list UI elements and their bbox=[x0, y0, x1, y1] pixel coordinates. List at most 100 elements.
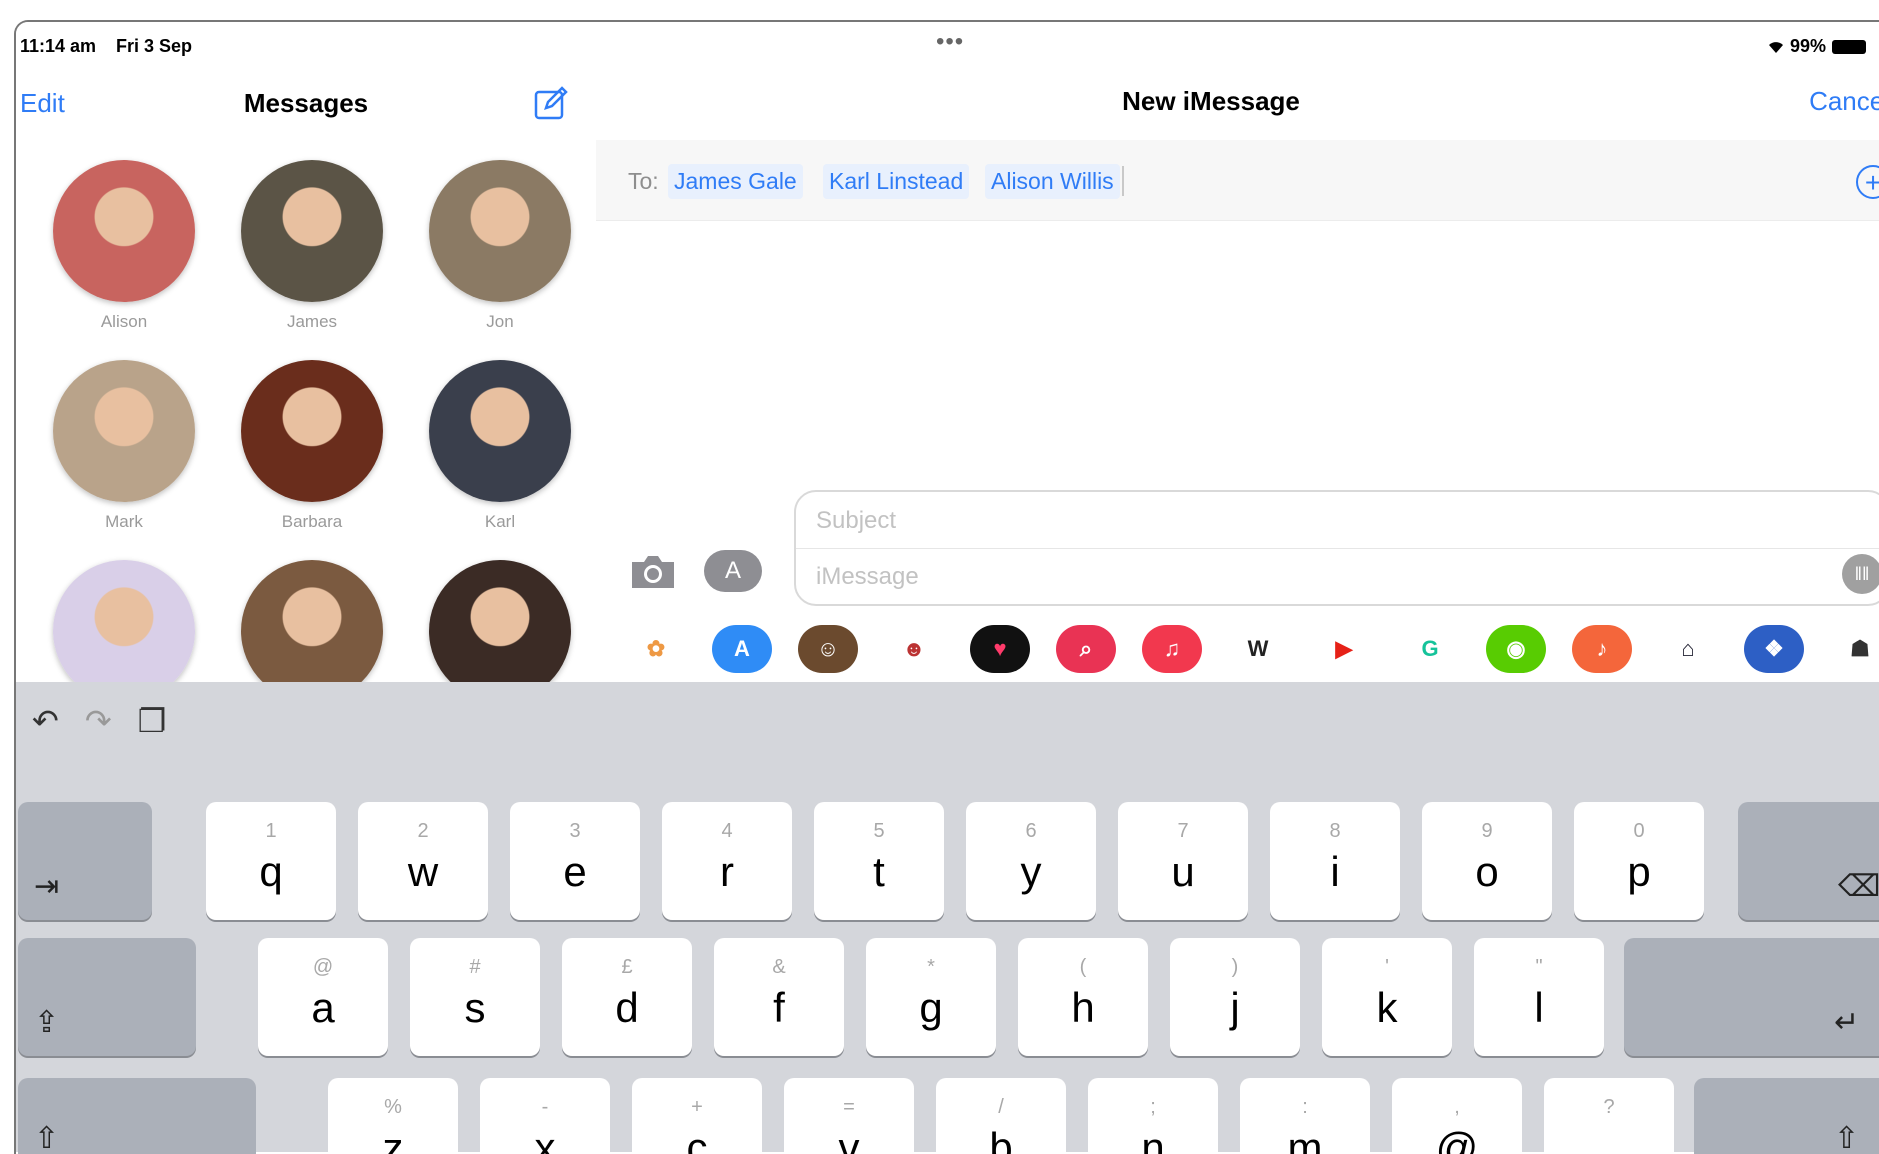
compose-icon[interactable] bbox=[534, 86, 568, 120]
key-y[interactable]: 6y bbox=[966, 802, 1096, 920]
duolingo-icon[interactable]: ◉ bbox=[1486, 625, 1546, 673]
key-z[interactable]: % z bbox=[328, 1078, 458, 1154]
contact-name: Jon bbox=[486, 312, 514, 331]
app-store-icon[interactable]: A bbox=[712, 625, 772, 673]
tab-key[interactable]: ⇥ bbox=[18, 802, 152, 920]
grammarly-icon[interactable]: G bbox=[1400, 625, 1460, 673]
key-x[interactable]: -x bbox=[480, 1078, 610, 1154]
recipients-row[interactable]: To: James Gale Karl Linstead Alison Will… bbox=[596, 140, 1879, 221]
paste-icon[interactable]: ❐ bbox=[138, 702, 167, 740]
undo-icon[interactable]: ↶ bbox=[32, 702, 59, 740]
key-char: p bbox=[1627, 848, 1651, 895]
cancel-button[interactable]: Cancel bbox=[1809, 86, 1879, 117]
pinned-contact[interactable]: Alison bbox=[50, 160, 198, 350]
key-r[interactable]: 4r bbox=[662, 802, 792, 920]
key-k[interactable]: ' k bbox=[1322, 938, 1452, 1056]
to-label: To: bbox=[628, 168, 659, 194]
caps-lock-key[interactable]: ⇪ bbox=[18, 938, 196, 1056]
key-h[interactable]: (h bbox=[1018, 938, 1148, 1056]
message-field[interactable] bbox=[814, 562, 1747, 592]
subject-field[interactable] bbox=[814, 506, 1856, 536]
key-char: t bbox=[873, 848, 885, 895]
key-v[interactable]: = v bbox=[784, 1078, 914, 1154]
key-char: j bbox=[1230, 984, 1240, 1031]
key-alt-char: 9 bbox=[1481, 820, 1493, 842]
key-p[interactable]: 0p bbox=[1574, 802, 1704, 920]
right-shift-key[interactable]: ⇧ bbox=[1694, 1078, 1879, 1154]
key-m[interactable]: :m bbox=[1240, 1078, 1370, 1154]
text-cursor bbox=[1122, 166, 1124, 196]
avatar bbox=[241, 160, 383, 302]
key-t[interactable]: 5t bbox=[814, 802, 944, 920]
key-alt-char: * bbox=[927, 956, 935, 978]
key-alt-char: : bbox=[1302, 1096, 1308, 1118]
delete-key[interactable]: ⌫ bbox=[1738, 802, 1879, 920]
add-recipient-icon[interactable]: + bbox=[1856, 165, 1879, 199]
avatar bbox=[429, 560, 571, 702]
key-char: v bbox=[838, 1124, 860, 1154]
key-char: h bbox=[1071, 984, 1095, 1031]
multitasking-dots[interactable]: ••• bbox=[936, 28, 964, 56]
garageband-icon[interactable]: ♪ bbox=[1572, 625, 1632, 673]
recipient-chip[interactable]: Karl Linstead bbox=[823, 164, 970, 199]
key-alt-char: 5 bbox=[873, 820, 885, 842]
key-i[interactable]: 8i bbox=[1270, 802, 1400, 920]
left-shift-key[interactable]: ⇧ bbox=[18, 1078, 256, 1154]
key-g[interactable]: * g bbox=[866, 938, 996, 1056]
key-q[interactable]: 1q bbox=[206, 802, 336, 920]
status-indicators: 99% bbox=[1768, 36, 1866, 57]
key-char: u bbox=[1171, 848, 1195, 895]
key-b[interactable]: / b bbox=[936, 1078, 1066, 1154]
audio-message-icon[interactable]: ‖‖ bbox=[1842, 554, 1879, 594]
avatar bbox=[53, 160, 195, 302]
pinned-contact[interactable]: Karl bbox=[426, 360, 574, 550]
key-l[interactable]: " l bbox=[1474, 938, 1604, 1056]
camera-icon[interactable] bbox=[628, 552, 678, 592]
key-w[interactable]: 2w bbox=[358, 802, 488, 920]
key-alt-char: @ bbox=[312, 956, 334, 978]
pinned-contact[interactable]: Jon bbox=[426, 160, 574, 350]
key-e[interactable]: 3e bbox=[510, 802, 640, 920]
key-period[interactable]: ?. bbox=[1544, 1078, 1674, 1154]
key-u[interactable]: 7u bbox=[1118, 802, 1248, 920]
avatar bbox=[429, 360, 571, 502]
pinned-contact[interactable]: Barbara bbox=[238, 360, 386, 550]
key-o[interactable]: 9o bbox=[1422, 802, 1552, 920]
sticker-pack-icon[interactable]: ☗ bbox=[1830, 625, 1879, 673]
key-n[interactable]: ; n bbox=[1088, 1078, 1218, 1154]
redo-icon[interactable]: ↷ bbox=[85, 702, 112, 740]
app-drawer: ✿ A ☺ ☻ ♥ ⌕ ♫ W ▶ G ◉ ♪ ⌂ ❖ ☗ bbox=[596, 616, 1879, 682]
dropbox-icon[interactable]: ❖ bbox=[1744, 625, 1804, 673]
youtube-icon[interactable]: ▶ bbox=[1314, 625, 1374, 673]
key-c[interactable]: + c bbox=[632, 1078, 762, 1154]
key-s[interactable]: # s bbox=[410, 938, 540, 1056]
key-alt-char: 1 bbox=[265, 820, 277, 842]
pinned-contact[interactable]: James bbox=[238, 160, 386, 350]
recipient-chip[interactable]: James Gale bbox=[668, 164, 803, 199]
app-store-button[interactable]: A bbox=[704, 550, 762, 592]
images-search-icon[interactable]: ⌕ bbox=[1056, 625, 1116, 673]
memoji-icon[interactable]: ☺ bbox=[798, 625, 858, 673]
key-alt-char: £ bbox=[621, 956, 633, 978]
messages-sidebar: 11:14 am Fri 3 Sep Edit Messages Alison J… bbox=[16, 22, 597, 702]
contact-name: Barbara bbox=[281, 512, 343, 531]
composer-divider bbox=[796, 548, 1879, 549]
key-d[interactable]: £ d bbox=[562, 938, 692, 1056]
ipad-screen: 11:14 am Fri 3 Sep Edit Messages Alison J… bbox=[14, 20, 1879, 1154]
key-at[interactable]: , @ bbox=[1392, 1078, 1522, 1154]
digital-touch-icon[interactable]: ♥ bbox=[970, 625, 1030, 673]
memoji-sticker-icon[interactable]: ☻ bbox=[884, 625, 944, 673]
recipient-chip[interactable]: Alison Willis bbox=[985, 164, 1120, 199]
pinned-contact[interactable]: Mark bbox=[50, 360, 198, 550]
wikipedia-icon[interactable]: W bbox=[1228, 625, 1288, 673]
photos-icon[interactable]: ✿ bbox=[626, 625, 686, 673]
key-char: d bbox=[615, 984, 639, 1031]
key-char: k bbox=[1376, 984, 1398, 1031]
return-key[interactable]: ↵ bbox=[1624, 938, 1879, 1056]
key-a[interactable]: @ a bbox=[258, 938, 388, 1056]
key-f[interactable]: & f bbox=[714, 938, 844, 1056]
key-char: c bbox=[686, 1124, 708, 1154]
batman-icon[interactable]: ⌂ bbox=[1658, 625, 1718, 673]
key-j[interactable]: ) j bbox=[1170, 938, 1300, 1056]
music-icon[interactable]: ♫ bbox=[1142, 625, 1202, 673]
